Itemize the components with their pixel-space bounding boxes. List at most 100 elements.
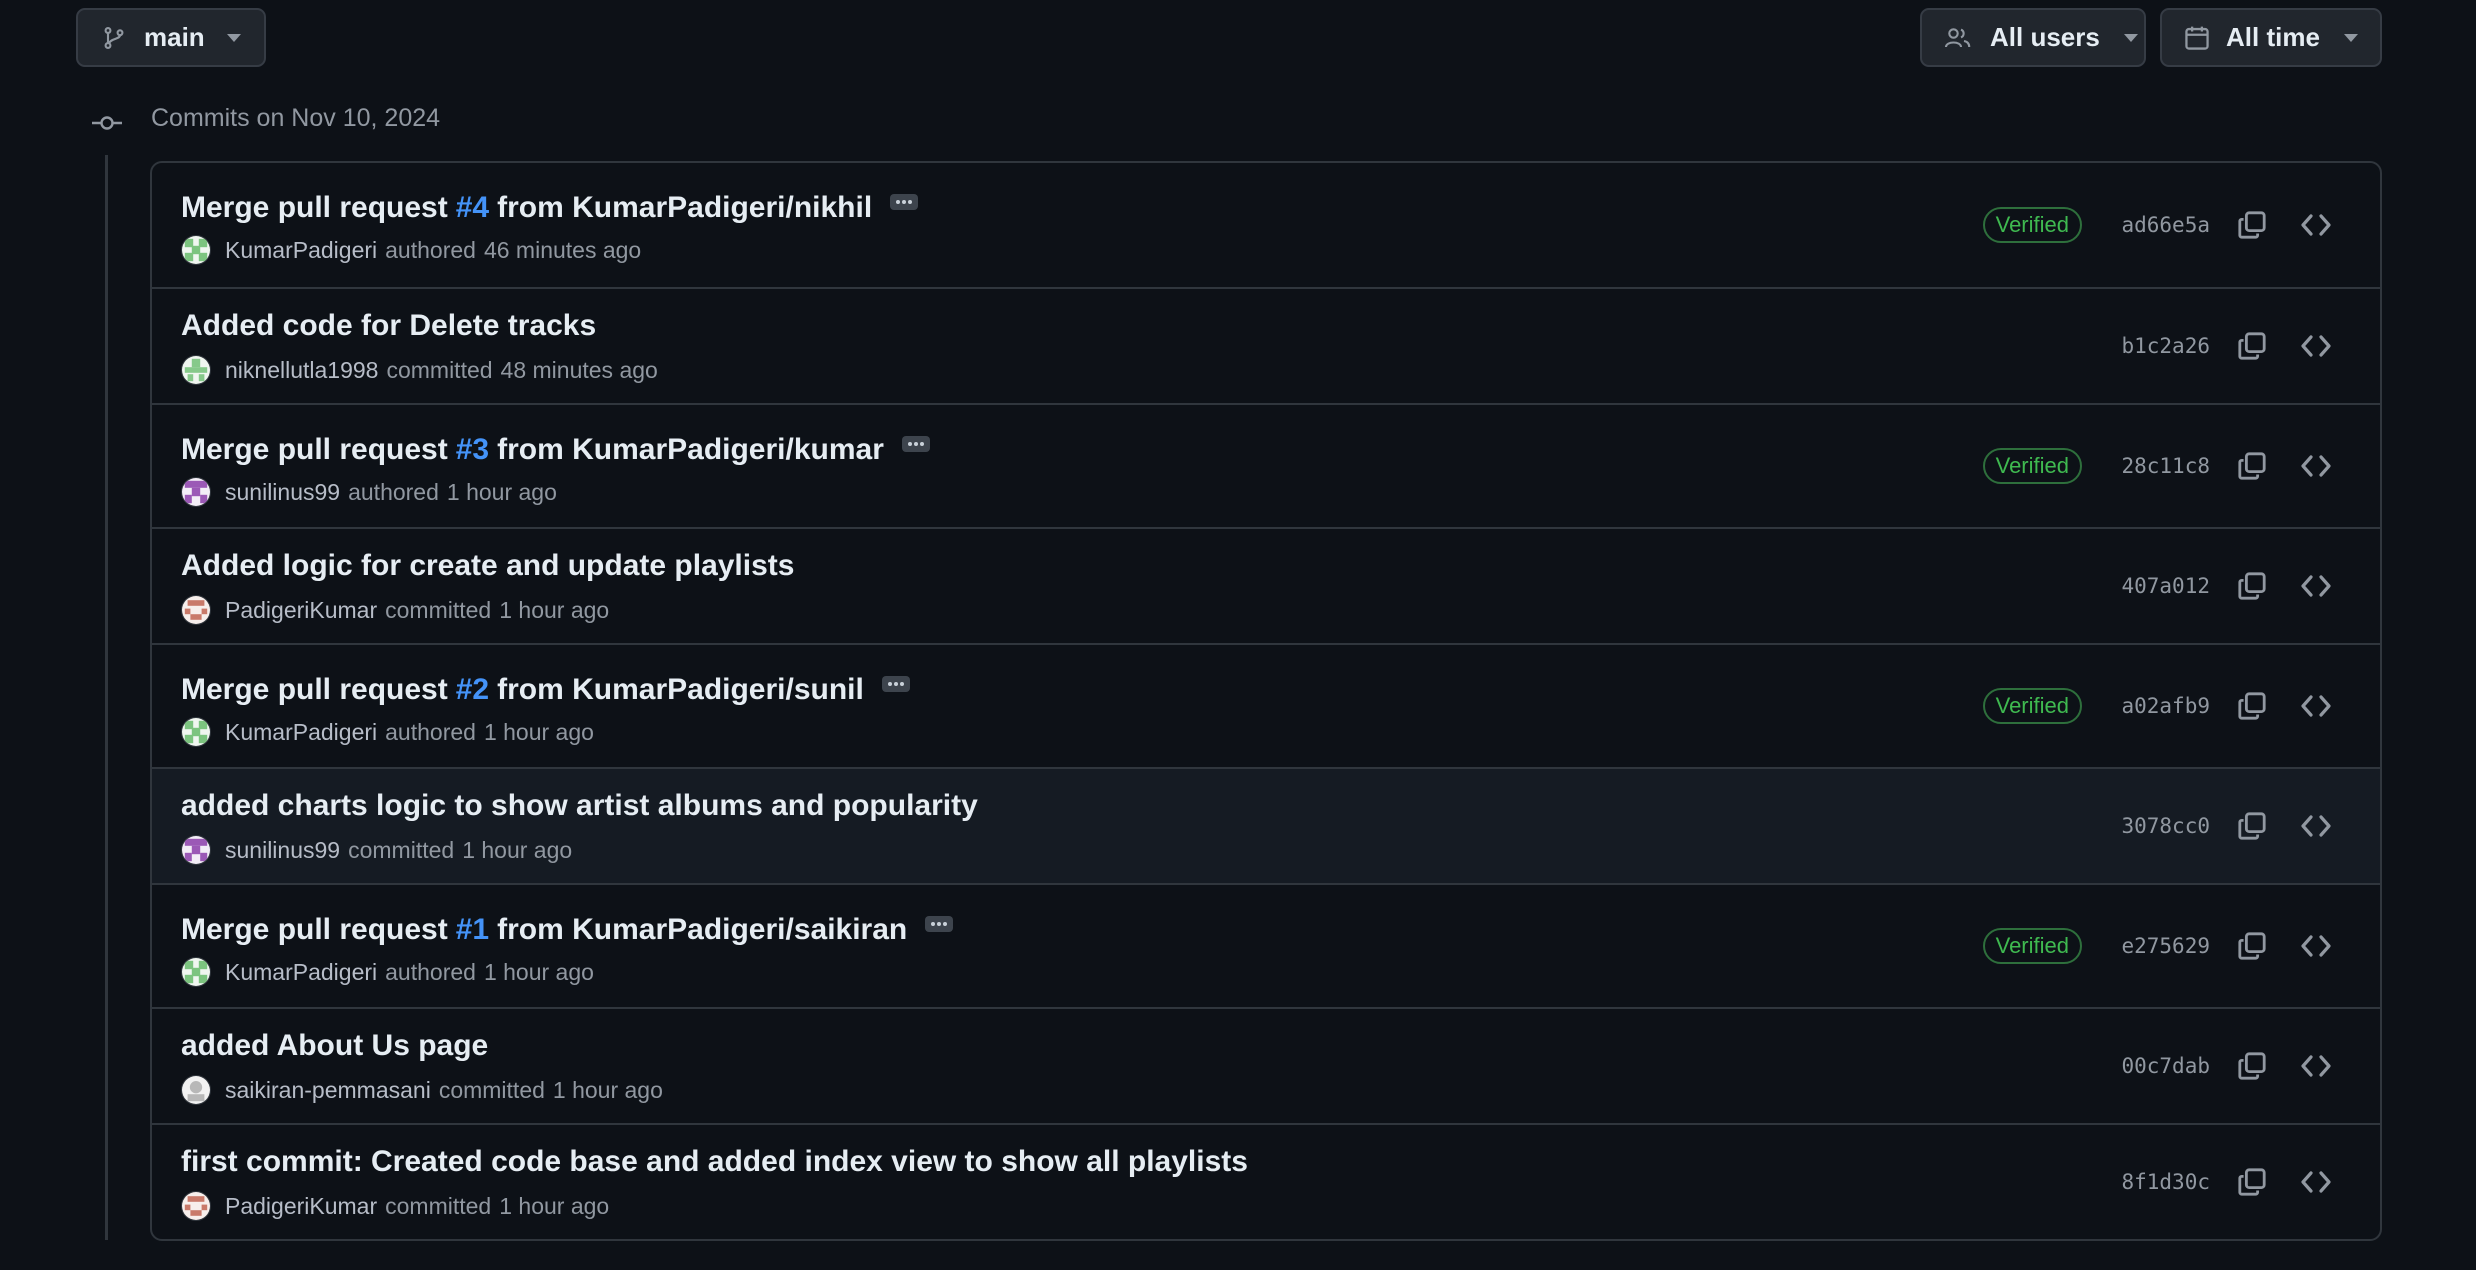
expand-description-button[interactable] [890, 194, 919, 210]
commit-title-suffix[interactable]: from KumarPadigeri/kumar [497, 433, 884, 467]
commit-title-suffix[interactable]: from KumarPadigeri/sunil [497, 673, 864, 707]
browse-code-button[interactable] [2296, 446, 2336, 486]
commit-actions: Verified ad66e5a [1982, 163, 2336, 287]
commit-list: Merge pull request #4 from KumarPadigeri… [150, 161, 2382, 1241]
commit-row[interactable]: first commit: Created code base and adde… [152, 1123, 2380, 1239]
browse-code-button[interactable] [2296, 806, 2336, 846]
commit-row[interactable]: Added code for Delete tracks niknellutla1… [152, 287, 2380, 403]
expand-description-button[interactable] [881, 676, 910, 692]
copy-sha-button[interactable] [2232, 926, 2272, 966]
commit-message: Merge pull request #1 from KumarPadigeri… [181, 913, 954, 947]
commit-title[interactable]: Added code for Delete tracks [181, 309, 596, 343]
commit-title[interactable]: Added logic for create and update playli… [181, 549, 794, 583]
commit-message: Merge pull request #4 from KumarPadigeri… [181, 191, 919, 225]
commit-author-link[interactable]: KumarPadigeri [225, 719, 377, 746]
commit-row[interactable]: added About Us page saikiran-pemmasani com… [152, 1007, 2380, 1123]
commit-author-link[interactable]: PadigeriKumar [225, 597, 377, 624]
commit-row[interactable]: Merge pull request #2 from KumarPadigeri… [152, 643, 2380, 767]
commit-row[interactable]: Merge pull request #4 from KumarPadigeri… [152, 163, 2380, 287]
commit-actions: 8f1d30c [2118, 1125, 2336, 1239]
code-icon [2300, 209, 2332, 241]
commit-title-suffix[interactable]: from KumarPadigeri/saikiran [497, 913, 907, 947]
avatar[interactable] [181, 957, 211, 987]
expand-description-button[interactable] [901, 436, 930, 452]
verified-badge[interactable]: Verified [1982, 207, 2082, 243]
commit-title-prefix[interactable]: Merge pull request [181, 191, 448, 225]
avatar[interactable] [181, 1075, 211, 1105]
avatar[interactable] [181, 835, 211, 865]
avatar[interactable] [181, 477, 211, 507]
commit-author-link[interactable]: saikiran-pemmasani [225, 1077, 431, 1104]
identicon-icon [182, 1075, 210, 1105]
commit-sha-link[interactable]: b1c2a26 [2118, 334, 2210, 358]
commit-action: committed [385, 596, 492, 623]
users-filter-button[interactable]: All users [1920, 8, 2146, 67]
commit-sha-link[interactable]: 28c11c8 [2118, 454, 2210, 478]
commit-sha-link[interactable]: 8f1d30c [2118, 1170, 2210, 1194]
commit-row[interactable]: Merge pull request #3 from KumarPadigeri… [152, 403, 2380, 527]
browse-code-button[interactable] [2296, 205, 2336, 245]
commit-title[interactable]: added About Us page [181, 1029, 488, 1063]
avatar[interactable] [181, 717, 211, 747]
verified-badge[interactable]: Verified [1982, 448, 2082, 484]
commit-author-link[interactable]: niknellutla1998 [225, 357, 378, 384]
commit-sha-link[interactable]: 407a012 [2118, 574, 2210, 598]
commit-meta: sunilinus99 committed 1 hour ago [181, 835, 572, 865]
commit-author-link[interactable]: sunilinus99 [225, 837, 340, 864]
commit-title[interactable]: added charts logic to show artist albums… [181, 789, 978, 823]
commit-title-suffix[interactable]: from KumarPadigeri/nikhil [497, 191, 872, 225]
browse-code-button[interactable] [2296, 326, 2336, 366]
commit-author-link[interactable]: PadigeriKumar [225, 1193, 377, 1220]
expand-description-button[interactable] [925, 916, 954, 932]
pull-request-link[interactable]: #3 [456, 433, 489, 467]
commit-sha-link[interactable]: 00c7dab [2118, 1054, 2210, 1078]
browse-code-button[interactable] [2296, 1162, 2336, 1202]
commit-sha-link[interactable]: 3078cc0 [2118, 814, 2210, 838]
commit-row[interactable]: Added logic for create and update playli… [152, 527, 2380, 643]
commit-title-prefix[interactable]: Merge pull request [181, 913, 448, 947]
copy-sha-button[interactable] [2232, 1046, 2272, 1086]
copy-sha-button[interactable] [2232, 806, 2272, 846]
identicon-icon [182, 355, 210, 385]
commit-actions: b1c2a26 [2118, 289, 2336, 403]
commit-action: committed [438, 1076, 545, 1103]
commit-message: Added logic for create and update playli… [181, 549, 794, 583]
commit-meta: KumarPadigeri authored 1 hour ago [181, 717, 594, 747]
commit-author-link[interactable]: KumarPadigeri [225, 237, 377, 264]
commit-row[interactable]: Merge pull request #1 from KumarPadigeri… [152, 883, 2380, 1007]
commit-time: 46 minutes ago [483, 236, 642, 263]
copy-sha-button[interactable] [2232, 566, 2272, 606]
time-filter-button[interactable]: All time [2160, 8, 2382, 67]
branch-selector-button[interactable]: main [76, 8, 266, 67]
avatar[interactable] [181, 355, 211, 385]
browse-code-button[interactable] [2296, 566, 2336, 606]
copy-sha-button[interactable] [2232, 1162, 2272, 1202]
avatar[interactable] [181, 235, 211, 265]
browse-code-button[interactable] [2296, 1046, 2336, 1086]
commit-message: added About Us page [181, 1029, 488, 1063]
commit-sha-link[interactable]: e275629 [2118, 934, 2210, 958]
browse-code-button[interactable] [2296, 926, 2336, 966]
browse-code-button[interactable] [2296, 686, 2336, 726]
commit-title[interactable]: first commit: Created code base and adde… [181, 1145, 1248, 1179]
pull-request-link[interactable]: #2 [456, 673, 489, 707]
copy-icon [2237, 1167, 2267, 1197]
avatar[interactable] [181, 595, 211, 625]
commit-title-prefix[interactable]: Merge pull request [181, 673, 448, 707]
commit-sha-link[interactable]: ad66e5a [2118, 213, 2210, 237]
pull-request-link[interactable]: #1 [456, 913, 489, 947]
copy-sha-button[interactable] [2232, 686, 2272, 726]
commit-author-link[interactable]: sunilinus99 [225, 479, 340, 506]
copy-sha-button[interactable] [2232, 205, 2272, 245]
commit-message: added charts logic to show artist albums… [181, 789, 978, 823]
avatar[interactable] [181, 1191, 211, 1221]
commit-sha-link[interactable]: a02afb9 [2118, 694, 2210, 718]
pull-request-link[interactable]: #4 [456, 191, 489, 225]
verified-badge[interactable]: Verified [1982, 688, 2082, 724]
commit-author-link[interactable]: KumarPadigeri [225, 959, 377, 986]
commit-row[interactable]: added charts logic to show artist albums… [152, 767, 2380, 883]
copy-sha-button[interactable] [2232, 446, 2272, 486]
copy-sha-button[interactable] [2232, 326, 2272, 366]
commit-title-prefix[interactable]: Merge pull request [181, 433, 448, 467]
verified-badge[interactable]: Verified [1982, 928, 2082, 964]
